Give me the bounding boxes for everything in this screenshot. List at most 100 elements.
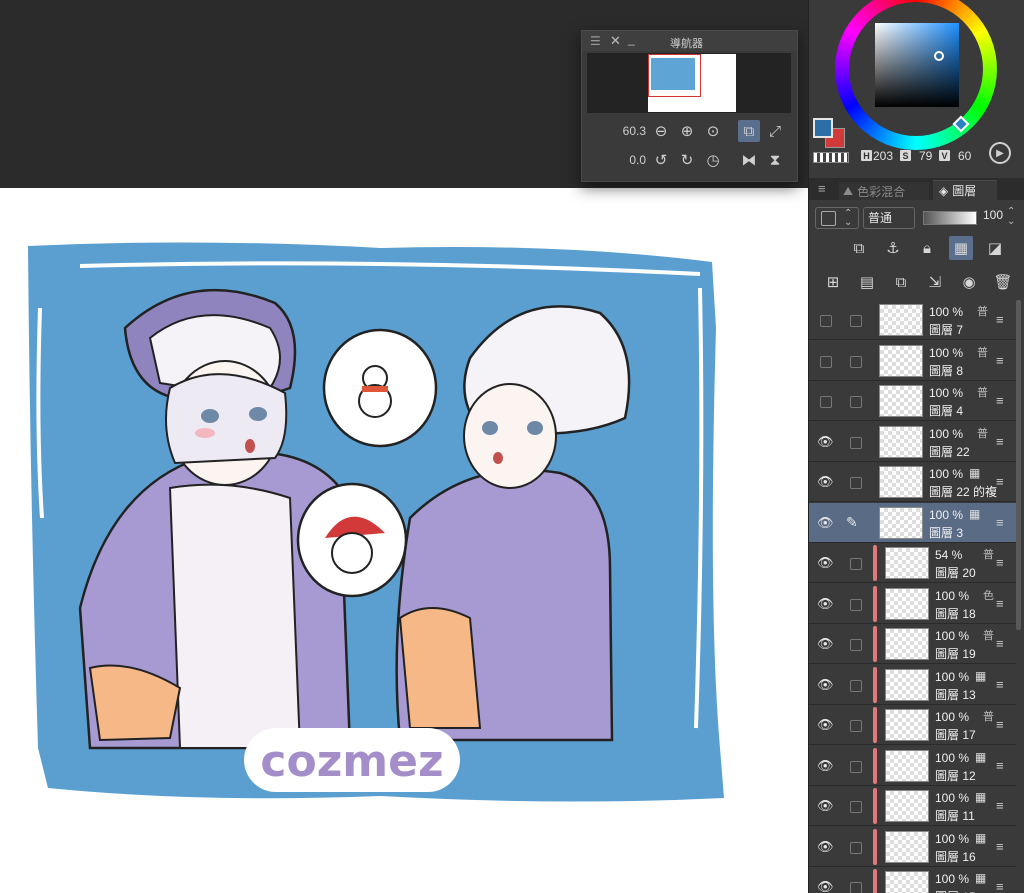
layer-name[interactable]: 圖層 22 的複 <box>929 483 997 500</box>
layer-menu-icon[interactable]: ≡ <box>996 312 1004 327</box>
layer-thumbnail[interactable] <box>879 425 923 458</box>
layer-thumbnail[interactable] <box>885 871 929 893</box>
layer-thumbnail[interactable] <box>885 547 929 579</box>
layer-row[interactable]: 👁︎ 100 % 普圖層 17 ≡ <box>809 705 1016 745</box>
layer-name[interactable]: 圖層 17 <box>935 726 976 743</box>
layer-thumbnail[interactable] <box>879 304 923 336</box>
layer-menu-icon[interactable]: ≡ <box>996 839 1004 854</box>
visibility-checkbox[interactable] <box>820 396 832 408</box>
lock-checkbox[interactable] <box>850 355 862 368</box>
rotation-value[interactable]: 0.0 <box>612 153 646 167</box>
minimize-icon[interactable]: _ <box>628 32 635 46</box>
reference-layer-icon[interactable]: ⚓ <box>881 236 905 260</box>
artwork-canvas[interactable]: cozmez <box>0 188 808 893</box>
fit-canvas-icon[interactable]: ⤢ <box>764 120 786 142</box>
visibility-checkbox[interactable] <box>820 355 832 368</box>
hue-value[interactable]: 203 <box>873 149 893 163</box>
opacity-stepper-icon[interactable]: ⌃ ⌄ <box>1007 207 1015 227</box>
rotate-right-icon[interactable]: ↻ <box>676 149 698 171</box>
color-mode-toggle-icon[interactable]: ▶ <box>989 142 1011 164</box>
layer-thumbnail[interactable] <box>879 506 923 539</box>
layer-name[interactable]: 圖層 20 <box>935 564 976 581</box>
lock-checkbox[interactable] <box>850 477 862 489</box>
flip-vertical-icon[interactable]: ⧗ <box>764 149 786 171</box>
layer-thumbnail[interactable] <box>885 709 929 741</box>
layer-menu-icon[interactable]: ≡ <box>996 879 1004 893</box>
saturation-value-square[interactable] <box>875 23 959 107</box>
layer-row[interactable]: 👁︎ 100 % ▦ 圖層 13 ≡ <box>809 664 1016 705</box>
foreground-color-swatch[interactable] <box>813 118 833 138</box>
layer-color-dropdown[interactable]: ⌃ ⌄ <box>815 207 859 229</box>
eye-icon[interactable]: 👁︎ <box>817 717 834 733</box>
panel-menu-icon[interactable]: ☰ <box>590 34 601 48</box>
layer-thumbnail[interactable] <box>885 790 929 822</box>
tab-color-mix[interactable]: ⛰ 色彩混合 <box>839 182 929 200</box>
layer-thumbnail[interactable] <box>879 466 923 498</box>
layer-row[interactable]: 100 % 普圖層 7 ≡ <box>809 300 1016 340</box>
eye-icon[interactable]: 👁︎ <box>817 879 834 893</box>
eye-icon[interactable]: 👁︎ <box>817 758 834 774</box>
lock-checkbox[interactable] <box>850 598 862 611</box>
layer-name[interactable]: 圖層 7 <box>929 321 963 338</box>
mask-icon[interactable]: ◪ <box>983 236 1007 260</box>
zoom-out-icon[interactable]: ⊖ <box>650 120 672 142</box>
eye-icon[interactable]: 👁︎ <box>817 798 834 814</box>
lock-checkbox[interactable] <box>850 801 862 813</box>
merge-down-icon[interactable]: ⇲ <box>923 270 947 294</box>
rotate-reset-icon[interactable]: ◷ <box>702 149 724 171</box>
navigator-thumbnail[interactable] <box>648 54 736 112</box>
pen-icon[interactable]: ✎ <box>846 514 858 531</box>
eye-icon[interactable]: 👁︎ <box>817 434 834 450</box>
layer-name[interactable]: 圖層 8 <box>929 362 963 379</box>
zoom-value[interactable]: 60.3 <box>612 124 646 138</box>
eye-icon[interactable]: 👁︎ <box>817 636 834 652</box>
layer-name[interactable]: 圖層 11 <box>935 807 975 824</box>
layer-thumbnail[interactable] <box>879 385 923 417</box>
layer-thumbnail[interactable] <box>885 749 929 782</box>
lock-transparency-icon[interactable]: ▦ <box>949 236 973 260</box>
lock-checkbox[interactable] <box>850 882 862 893</box>
eye-icon[interactable]: 👁︎ <box>817 596 834 612</box>
layer-name[interactable]: 圖層 19 <box>935 645 976 662</box>
layer-menu-icon[interactable]: ≡ <box>996 677 1004 692</box>
layer-menu-icon[interactable]: ≡ <box>996 393 1004 408</box>
navigator-preview[interactable] <box>587 53 791 113</box>
zoom-in-icon[interactable]: ⊕ <box>676 120 698 142</box>
layer-name[interactable]: 圖層 4 <box>929 402 963 419</box>
lock-checkbox[interactable] <box>850 720 862 732</box>
layer-row[interactable]: 👁︎ 100 % ▦ 圖層 11 ≡ <box>809 786 1016 826</box>
layer-row[interactable]: 100 % 普圖層 4 ≡ <box>809 381 1016 421</box>
layer-menu-icon[interactable]: ≡ <box>996 798 1004 813</box>
tab-layers[interactable]: ◈ 圖層 <box>933 180 997 200</box>
lock-icon[interactable]: 🔒︎ <box>915 236 939 260</box>
layer-name[interactable]: 圖層 16 <box>935 848 976 865</box>
layer-name[interactable]: 圖層 12 <box>935 767 976 784</box>
layer-row[interactable]: 👁︎ 100 % ▦ 圖層 16 ≡ <box>809 826 1016 867</box>
layer-menu-icon[interactable]: ≡ <box>996 515 1004 530</box>
viewport-rectangle[interactable] <box>648 54 701 97</box>
visibility-checkbox[interactable] <box>820 315 832 327</box>
layer-thumbnail[interactable] <box>885 830 929 863</box>
layer-name[interactable]: 圖層 15 <box>935 888 976 893</box>
clip-to-below-icon[interactable]: ⧉ <box>847 236 871 260</box>
lock-checkbox[interactable] <box>850 396 862 408</box>
new-folder-icon[interactable]: ▤ <box>855 270 879 294</box>
layer-menu-icon[interactable]: ≡ <box>996 717 1004 732</box>
lock-checkbox[interactable] <box>850 315 862 327</box>
eye-icon[interactable]: 👁︎ <box>817 474 834 490</box>
layer-name[interactable]: 圖層 3 <box>929 524 963 541</box>
layer-list-scrollbar[interactable] <box>1016 300 1021 630</box>
layer-thumbnail[interactable] <box>885 668 929 701</box>
opacity-slider[interactable] <box>923 211 977 225</box>
eye-icon[interactable]: 👁︎ <box>817 839 834 855</box>
layer-name[interactable]: 圖層 18 <box>935 605 976 622</box>
eye-icon[interactable]: 👁︎ <box>817 677 834 693</box>
layer-row[interactable]: 👁︎ 100 % ▦ 圖層 22 的複 ≡ <box>809 462 1016 502</box>
layer-menu-icon[interactable]: ≡ <box>996 474 1004 489</box>
lock-checkbox[interactable] <box>850 679 862 692</box>
eye-icon[interactable]: 👁︎ <box>817 555 834 571</box>
layer-row[interactable]: 👁︎ ✎ 100 % ▦ 圖層 3 ≡ <box>809 502 1016 543</box>
layer-row[interactable]: 100 % 普圖層 8 ≡ <box>809 340 1016 381</box>
new-layer-icon[interactable]: ⊞ <box>821 270 845 294</box>
lock-checkbox[interactable] <box>850 436 862 449</box>
